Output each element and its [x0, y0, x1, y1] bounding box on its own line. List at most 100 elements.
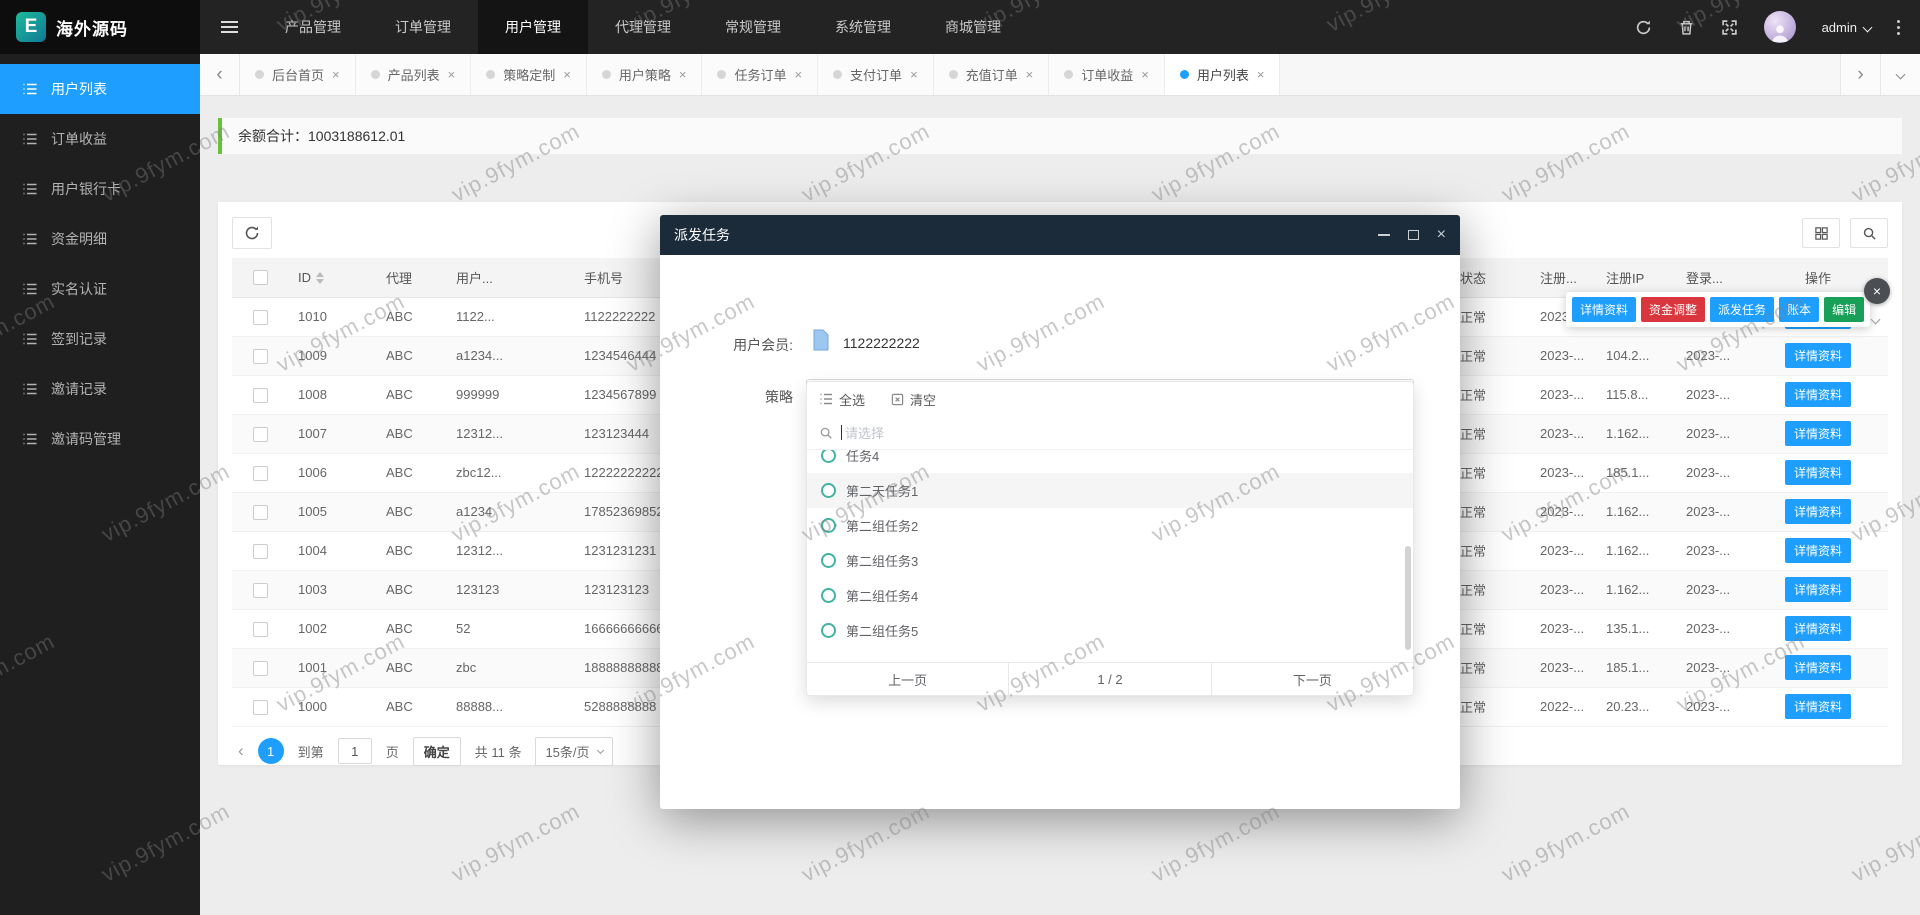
user-avatar[interactable] [1764, 11, 1796, 43]
prev-page-icon[interactable]: ‹ [238, 741, 244, 761]
tab[interactable]: 充值订单 × [934, 54, 1050, 95]
tab-close-icon[interactable]: × [679, 67, 687, 82]
refresh-icon[interactable] [1635, 19, 1652, 36]
dropdown-search[interactable]: 请选择 [807, 416, 1413, 450]
topnav-item[interactable]: 代理管理 [588, 0, 698, 54]
tab-close-icon[interactable]: × [448, 67, 456, 82]
dropdown-option[interactable]: 第二天任务1 [807, 473, 1413, 508]
sidebar-item[interactable]: 订单收益 [0, 114, 200, 164]
tab-close-icon[interactable]: × [563, 67, 571, 82]
dropdown-option[interactable]: 第二组任务2 [807, 508, 1413, 543]
fullscreen-icon[interactable] [1721, 19, 1738, 36]
tab[interactable]: 任务订单 × [702, 54, 818, 95]
row-checkbox[interactable] [253, 466, 268, 481]
tab-close-icon[interactable]: × [910, 67, 918, 82]
dropdown-option[interactable]: 第二组任务3 [807, 543, 1413, 578]
row-checkbox[interactable] [253, 310, 268, 325]
row-checkbox[interactable] [253, 427, 268, 442]
current-page-button[interactable]: 1 [258, 738, 284, 764]
tab[interactable]: 支付订单 × [818, 54, 934, 95]
sidebar-item[interactable]: 用户银行卡 [0, 164, 200, 214]
tab[interactable]: 产品列表 × [356, 54, 472, 95]
topnav-item[interactable]: 商城管理 [918, 0, 1028, 54]
popover-close-icon[interactable]: × [1864, 278, 1890, 304]
dropdown-next-button[interactable]: 下一页 [1211, 663, 1413, 695]
row-checkbox[interactable] [253, 661, 268, 676]
goto-page-input[interactable] [338, 738, 372, 764]
detail-button[interactable]: 详情资料 [1785, 655, 1851, 680]
goto-label: 到第 [298, 742, 324, 761]
page-size-select[interactable]: 15条/页 [535, 737, 612, 766]
sort-icon[interactable] [316, 272, 324, 284]
detail-button[interactable]: 详情资料 [1785, 421, 1851, 446]
tab-close-icon[interactable]: × [794, 67, 802, 82]
goto-confirm-button[interactable]: 确定 [413, 737, 461, 766]
sidebar-item[interactable]: 邀请码管理 [0, 414, 200, 464]
tab[interactable]: 策略定制 × [471, 54, 587, 95]
trash-icon[interactable] [1678, 19, 1695, 36]
row-action-button[interactable]: 编辑 [1824, 297, 1864, 322]
tab[interactable]: 订单收益 × [1049, 54, 1165, 95]
row-checkbox[interactable] [253, 349, 268, 364]
menu-toggle-icon[interactable] [200, 0, 258, 54]
row-action-button[interactable]: 详情资料 [1572, 297, 1636, 322]
topnav-item[interactable]: 常规管理 [698, 0, 808, 54]
topnav-item[interactable]: 产品管理 [258, 0, 368, 54]
maximize-icon[interactable] [1408, 230, 1419, 240]
row-checkbox[interactable] [253, 505, 268, 520]
row-checkbox[interactable] [253, 622, 268, 637]
topnav-item[interactable]: 订单管理 [368, 0, 478, 54]
tabs-scroll-left-icon[interactable]: ‹ [200, 54, 240, 95]
detail-button[interactable]: 详情资料 [1785, 577, 1851, 602]
close-icon[interactable]: × [1437, 227, 1446, 243]
user-menu[interactable]: admin [1822, 20, 1871, 35]
tab[interactable]: 用户策略 × [587, 54, 703, 95]
popover-collapse-icon[interactable] [1872, 310, 1879, 328]
minimize-icon[interactable] [1378, 234, 1390, 236]
col-header-id[interactable]: ID [288, 258, 376, 297]
tab[interactable]: 用户列表 × [1165, 54, 1281, 95]
detail-button[interactable]: 详情资料 [1785, 460, 1851, 485]
tab-close-icon[interactable]: × [1257, 67, 1265, 82]
more-options-icon[interactable] [1897, 20, 1900, 35]
tab-close-icon[interactable]: × [1026, 67, 1034, 82]
row-action-button[interactable]: 资金调整 [1641, 297, 1705, 322]
row-checkbox[interactable] [253, 700, 268, 715]
tabs-menu-icon[interactable] [1880, 54, 1920, 95]
search-toggle-button[interactable] [1850, 218, 1888, 248]
select-all-checkbox[interactable] [253, 270, 268, 285]
row-checkbox[interactable] [253, 544, 268, 559]
tab[interactable]: 后台首页 × [240, 54, 356, 95]
sidebar-item[interactable]: 签到记录 [0, 314, 200, 364]
row-action-button[interactable]: 派发任务 [1710, 297, 1774, 322]
sidebar-item[interactable]: 实名认证 [0, 264, 200, 314]
detail-button[interactable]: 详情资料 [1785, 538, 1851, 563]
select-all-action[interactable]: 全选 [819, 390, 865, 409]
sidebar-item[interactable]: 邀请记录 [0, 364, 200, 414]
row-action-button[interactable]: 账本 [1779, 297, 1819, 322]
detail-button[interactable]: 详情资料 [1785, 499, 1851, 524]
detail-button[interactable]: 详情资料 [1785, 343, 1851, 368]
detail-button[interactable]: 详情资料 [1785, 382, 1851, 407]
topnav-item[interactable]: 系统管理 [808, 0, 918, 54]
dropdown-option[interactable]: 第二组任务5 [807, 613, 1413, 648]
row-checkbox[interactable] [253, 388, 268, 403]
table-refresh-button[interactable] [232, 217, 272, 249]
dropdown-option[interactable]: 第二组任务4 [807, 578, 1413, 613]
tabs-scroll-right-icon[interactable]: › [1840, 54, 1880, 95]
dropdown-option[interactable]: 任务4 [807, 450, 1413, 473]
dropdown-prev-button[interactable]: 上一页 [807, 663, 1008, 695]
topnav-item[interactable]: 用户管理 [478, 0, 588, 54]
tab-close-icon[interactable]: × [1141, 67, 1149, 82]
sidebar-item[interactable]: 资金明细 [0, 214, 200, 264]
radio-icon [821, 553, 836, 568]
detail-button[interactable]: 详情资料 [1785, 616, 1851, 641]
sidebar-item[interactable]: 用户列表 [0, 64, 200, 114]
dropdown-scrollbar[interactable] [1405, 546, 1411, 650]
row-checkbox[interactable] [253, 583, 268, 598]
clear-selection-action[interactable]: 清空 [891, 390, 936, 409]
detail-button[interactable]: 详情资料 [1785, 694, 1851, 719]
tab-close-icon[interactable]: × [332, 67, 340, 82]
modal-header[interactable]: 派发任务 × [660, 215, 1460, 255]
columns-toggle-button[interactable] [1802, 218, 1840, 248]
